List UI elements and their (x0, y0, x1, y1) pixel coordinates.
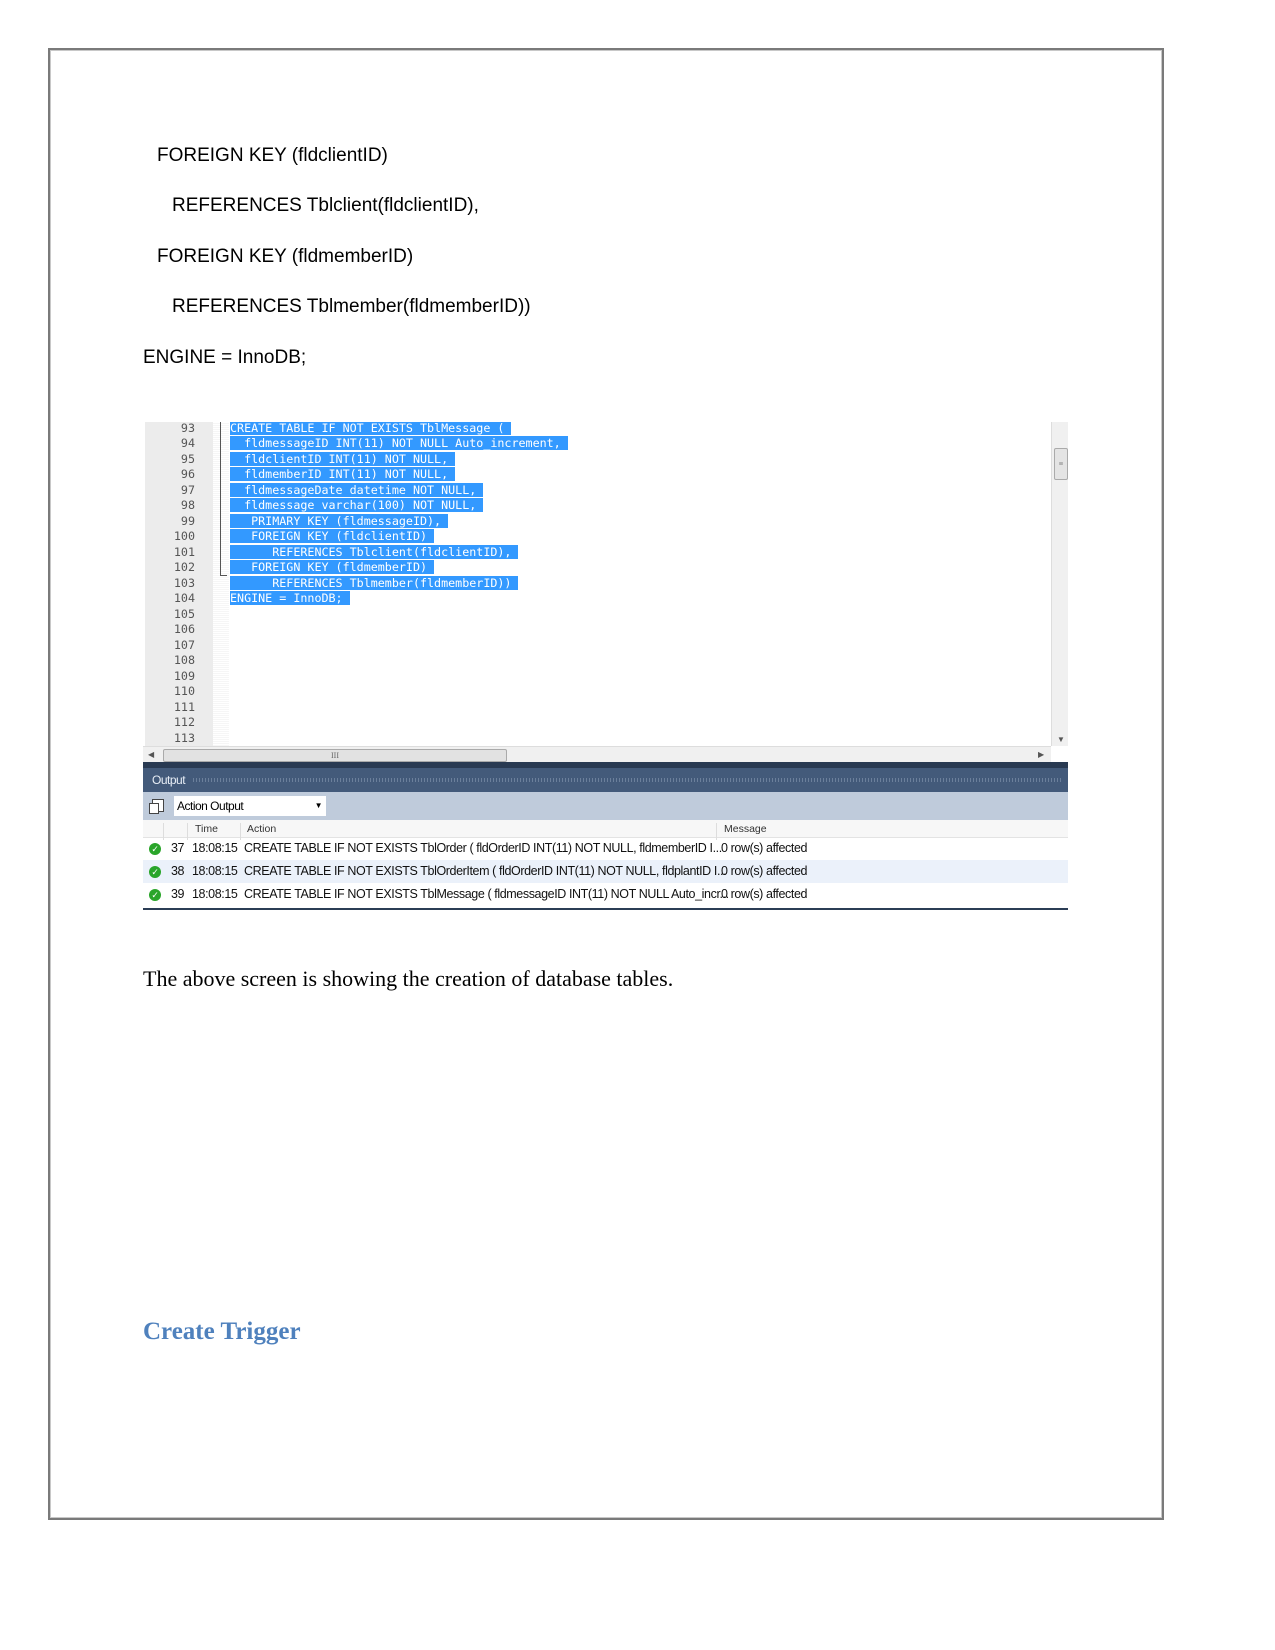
selected-code-text: REFERENCES Tblclient(fldclientID), (230, 544, 519, 559)
code-line: fldmessageDate datetime NOT NULL, (230, 482, 484, 499)
row-number: 37 (171, 841, 185, 855)
line-number: 95 (180, 451, 195, 466)
line-number: 100 (173, 529, 195, 543)
code-line: PRIMARY KEY (fldmessageID), (230, 513, 449, 530)
output-row[interactable]: ✓ 38 18:08:15 CREATE TABLE IF NOT EXISTS… (143, 860, 1068, 883)
row-message: 0 row(s) affected (721, 864, 808, 878)
line-number: 104 (173, 591, 195, 605)
code-line: FOREIGN KEY (fldmemberID) (230, 560, 435, 576)
row-action: CREATE TABLE IF NOT EXISTS TblOrderItem … (244, 864, 727, 878)
section-heading: Create Trigger (143, 1318, 301, 1345)
line-number: 101 (173, 544, 195, 559)
line-number: 99 (180, 513, 195, 528)
grip-dots[interactable] (193, 778, 1063, 782)
line-number: 108 (173, 653, 195, 667)
selected-code-text: fldclientID INT(11) NOT NULL, (230, 451, 456, 466)
output-panel-header: Output (143, 768, 1068, 792)
line-number: 110 (173, 684, 195, 698)
scroll-thumb[interactable]: III (163, 749, 507, 762)
code-line: ENGINE = InnoDB; (230, 591, 350, 607)
code-line: fldmemberID INT(11) NOT NULL, (230, 467, 456, 483)
column-time[interactable]: Time (195, 823, 218, 835)
vertical-scrollbar[interactable]: ≡ ▼ (1051, 422, 1068, 746)
output-title: Output (152, 773, 186, 787)
code-line: REFERENCES Tblclient(fldclientID), (230, 544, 519, 561)
line-number: 109 (173, 668, 195, 683)
caption: The above screen is showing the creation… (143, 966, 674, 991)
row-action: CREATE TABLE IF NOT EXISTS TblOrder ( fl… (244, 841, 722, 855)
copy-icon[interactable] (149, 799, 164, 814)
chevron-down-icon: ▼ (314, 801, 323, 810)
sql-text-line: REFERENCES Tblmember(fldmemberID)) (172, 296, 531, 317)
selected-code-text: fldmessageDate datetime NOT NULL, (230, 482, 484, 497)
code-line: fldmessageID INT(11) NOT NULL Auto_incre… (230, 436, 568, 452)
column-message[interactable]: Message (724, 823, 767, 835)
row-action: CREATE TABLE IF NOT EXISTS TblMessage ( … (244, 887, 729, 901)
row-message: 0 row(s) affected (721, 887, 808, 901)
line-number: 112 (173, 715, 195, 729)
code-line: FOREIGN KEY (fldclientID) (230, 529, 435, 545)
sql-text-line: REFERENCES Tblclient(fldclientID), (172, 195, 479, 216)
line-number: 102 (173, 560, 195, 574)
line-number-gutter: 93 94 95 96 97 98 99 100 101 102 103 104 105 106 107 10… (145, 422, 213, 760)
sql-text-line: ENGINE = InnoDB; (143, 347, 307, 368)
selected-code-text: fldmessage varchar(100) NOT NULL, (230, 498, 484, 512)
line-number: 97 (180, 482, 195, 497)
success-check-icon: ✓ (149, 843, 161, 855)
scroll-thumb[interactable]: ≡ (1054, 448, 1068, 480)
sql-editor: 93 94 95 96 97 98 99 100 101 102 103 104 105 106 107 10… (143, 422, 1068, 763)
output-row[interactable]: ✓ 37 18:08:15 CREATE TABLE IF NOT EXISTS… (143, 837, 1068, 860)
output-toolbar: Action Output ▼ (143, 792, 1068, 820)
row-time: 18:08:15 (192, 864, 238, 878)
line-number: 94 (180, 436, 195, 450)
row-message: 0 row(s) affected (721, 841, 808, 855)
output-table-header: Time Action Message (143, 820, 1068, 840)
row-time: 18:08:15 (192, 887, 238, 901)
dropdown-value: Action Output (177, 799, 244, 813)
row-number: 39 (171, 887, 185, 901)
scroll-right-arrow-icon[interactable]: ▶ (1038, 750, 1044, 759)
selected-code-text: CREATE TABLE IF NOT EXISTS TblMessage ( (230, 422, 512, 435)
selected-code-text: ENGINE = InnoDB; (230, 591, 350, 605)
line-number: 113 (173, 730, 195, 745)
code-line: REFERENCES Tblmember(fldmemberID)) (230, 575, 519, 592)
selected-code-text: fldmessageID INT(11) NOT NULL Auto_incre… (230, 436, 568, 450)
row-time: 18:08:15 (192, 841, 238, 855)
line-number: 107 (173, 637, 195, 652)
line-number: 105 (173, 606, 195, 621)
scroll-down-arrow-icon[interactable]: ▼ (1057, 735, 1065, 744)
line-number: 106 (173, 622, 195, 636)
selected-code-text: FOREIGN KEY (fldclientID) (230, 529, 435, 543)
line-number: 111 (173, 699, 195, 714)
scroll-left-arrow-icon[interactable]: ◀ (148, 750, 154, 759)
workbench-screenshot: 93 94 95 96 97 98 99 100 101 102 103 104 105 106 107 10… (143, 422, 1068, 910)
code-line: fldclientID INT(11) NOT NULL, (230, 451, 456, 468)
row-number: 38 (171, 864, 185, 878)
line-number: 98 (180, 498, 195, 512)
selected-code-text: REFERENCES Tblmember(fldmemberID)) (230, 575, 519, 590)
column-action[interactable]: Action (247, 823, 276, 835)
selected-code-text: FOREIGN KEY (fldmemberID) (230, 560, 435, 574)
output-row[interactable]: ✓ 39 18:08:15 CREATE TABLE IF NOT EXISTS… (143, 883, 1068, 906)
success-check-icon: ✓ (149, 866, 161, 878)
sql-text-line: FOREIGN KEY (fldmemberID) (157, 246, 414, 267)
horizontal-scrollbar[interactable]: ◀ III ▶ (143, 746, 1051, 763)
output-type-dropdown[interactable]: Action Output ▼ (174, 796, 326, 816)
document-page: FOREIGN KEY (fldclientID) REFERENCES Tbl… (0, 0, 1275, 1650)
sql-text-line: FOREIGN KEY (fldclientID) (157, 145, 388, 166)
line-number: 93 (180, 422, 195, 435)
fold-bracket (220, 422, 227, 576)
code-line: fldmessage varchar(100) NOT NULL, (230, 498, 484, 514)
selected-code-text: fldmemberID INT(11) NOT NULL, (230, 467, 456, 481)
selected-code-text: PRIMARY KEY (fldmessageID), (230, 513, 449, 528)
line-number: 103 (173, 575, 195, 590)
code-line: CREATE TABLE IF NOT EXISTS TblMessage ( (230, 422, 512, 436)
line-number: 96 (180, 467, 195, 481)
success-check-icon: ✓ (149, 889, 161, 901)
